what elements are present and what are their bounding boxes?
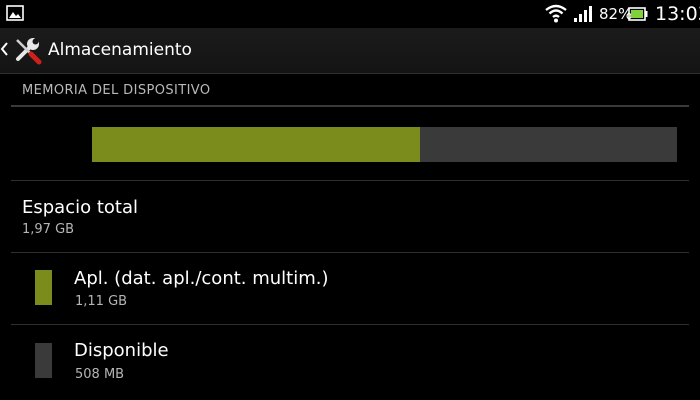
storage-used-fill (92, 127, 420, 162)
total-space-title: Espacio total (22, 197, 138, 218)
total-space-value: 1,97 GB (22, 222, 75, 237)
back-chevron-icon[interactable] (0, 41, 10, 57)
action-bar: Almacenamiento (0, 28, 700, 74)
status-bar: 82% 13:03 (0, 0, 700, 28)
section-header: MEMORIA DEL DISPOSITIVO (22, 83, 211, 98)
storage-usage-bar (92, 127, 677, 162)
battery-charging-icon (628, 7, 648, 21)
divider (11, 252, 689, 253)
status-clock: 13:03 (655, 3, 700, 25)
divider (11, 180, 689, 181)
settings-tools-icon[interactable] (11, 34, 43, 66)
section-divider (11, 105, 689, 107)
wifi-icon (545, 4, 567, 23)
page-title: Almacenamiento (48, 40, 192, 60)
available-title: Disponible (74, 340, 169, 361)
cell-signal-icon (574, 6, 592, 22)
available-value: 508 MB (75, 367, 125, 382)
apps-value: 1,11 GB (75, 294, 128, 309)
apps-title: Apl. (dat. apl./cont. multim.) (74, 268, 329, 289)
apps-color-swatch (35, 270, 52, 305)
image-notification-icon (6, 5, 24, 21)
divider (11, 324, 689, 325)
available-color-swatch (35, 343, 52, 378)
